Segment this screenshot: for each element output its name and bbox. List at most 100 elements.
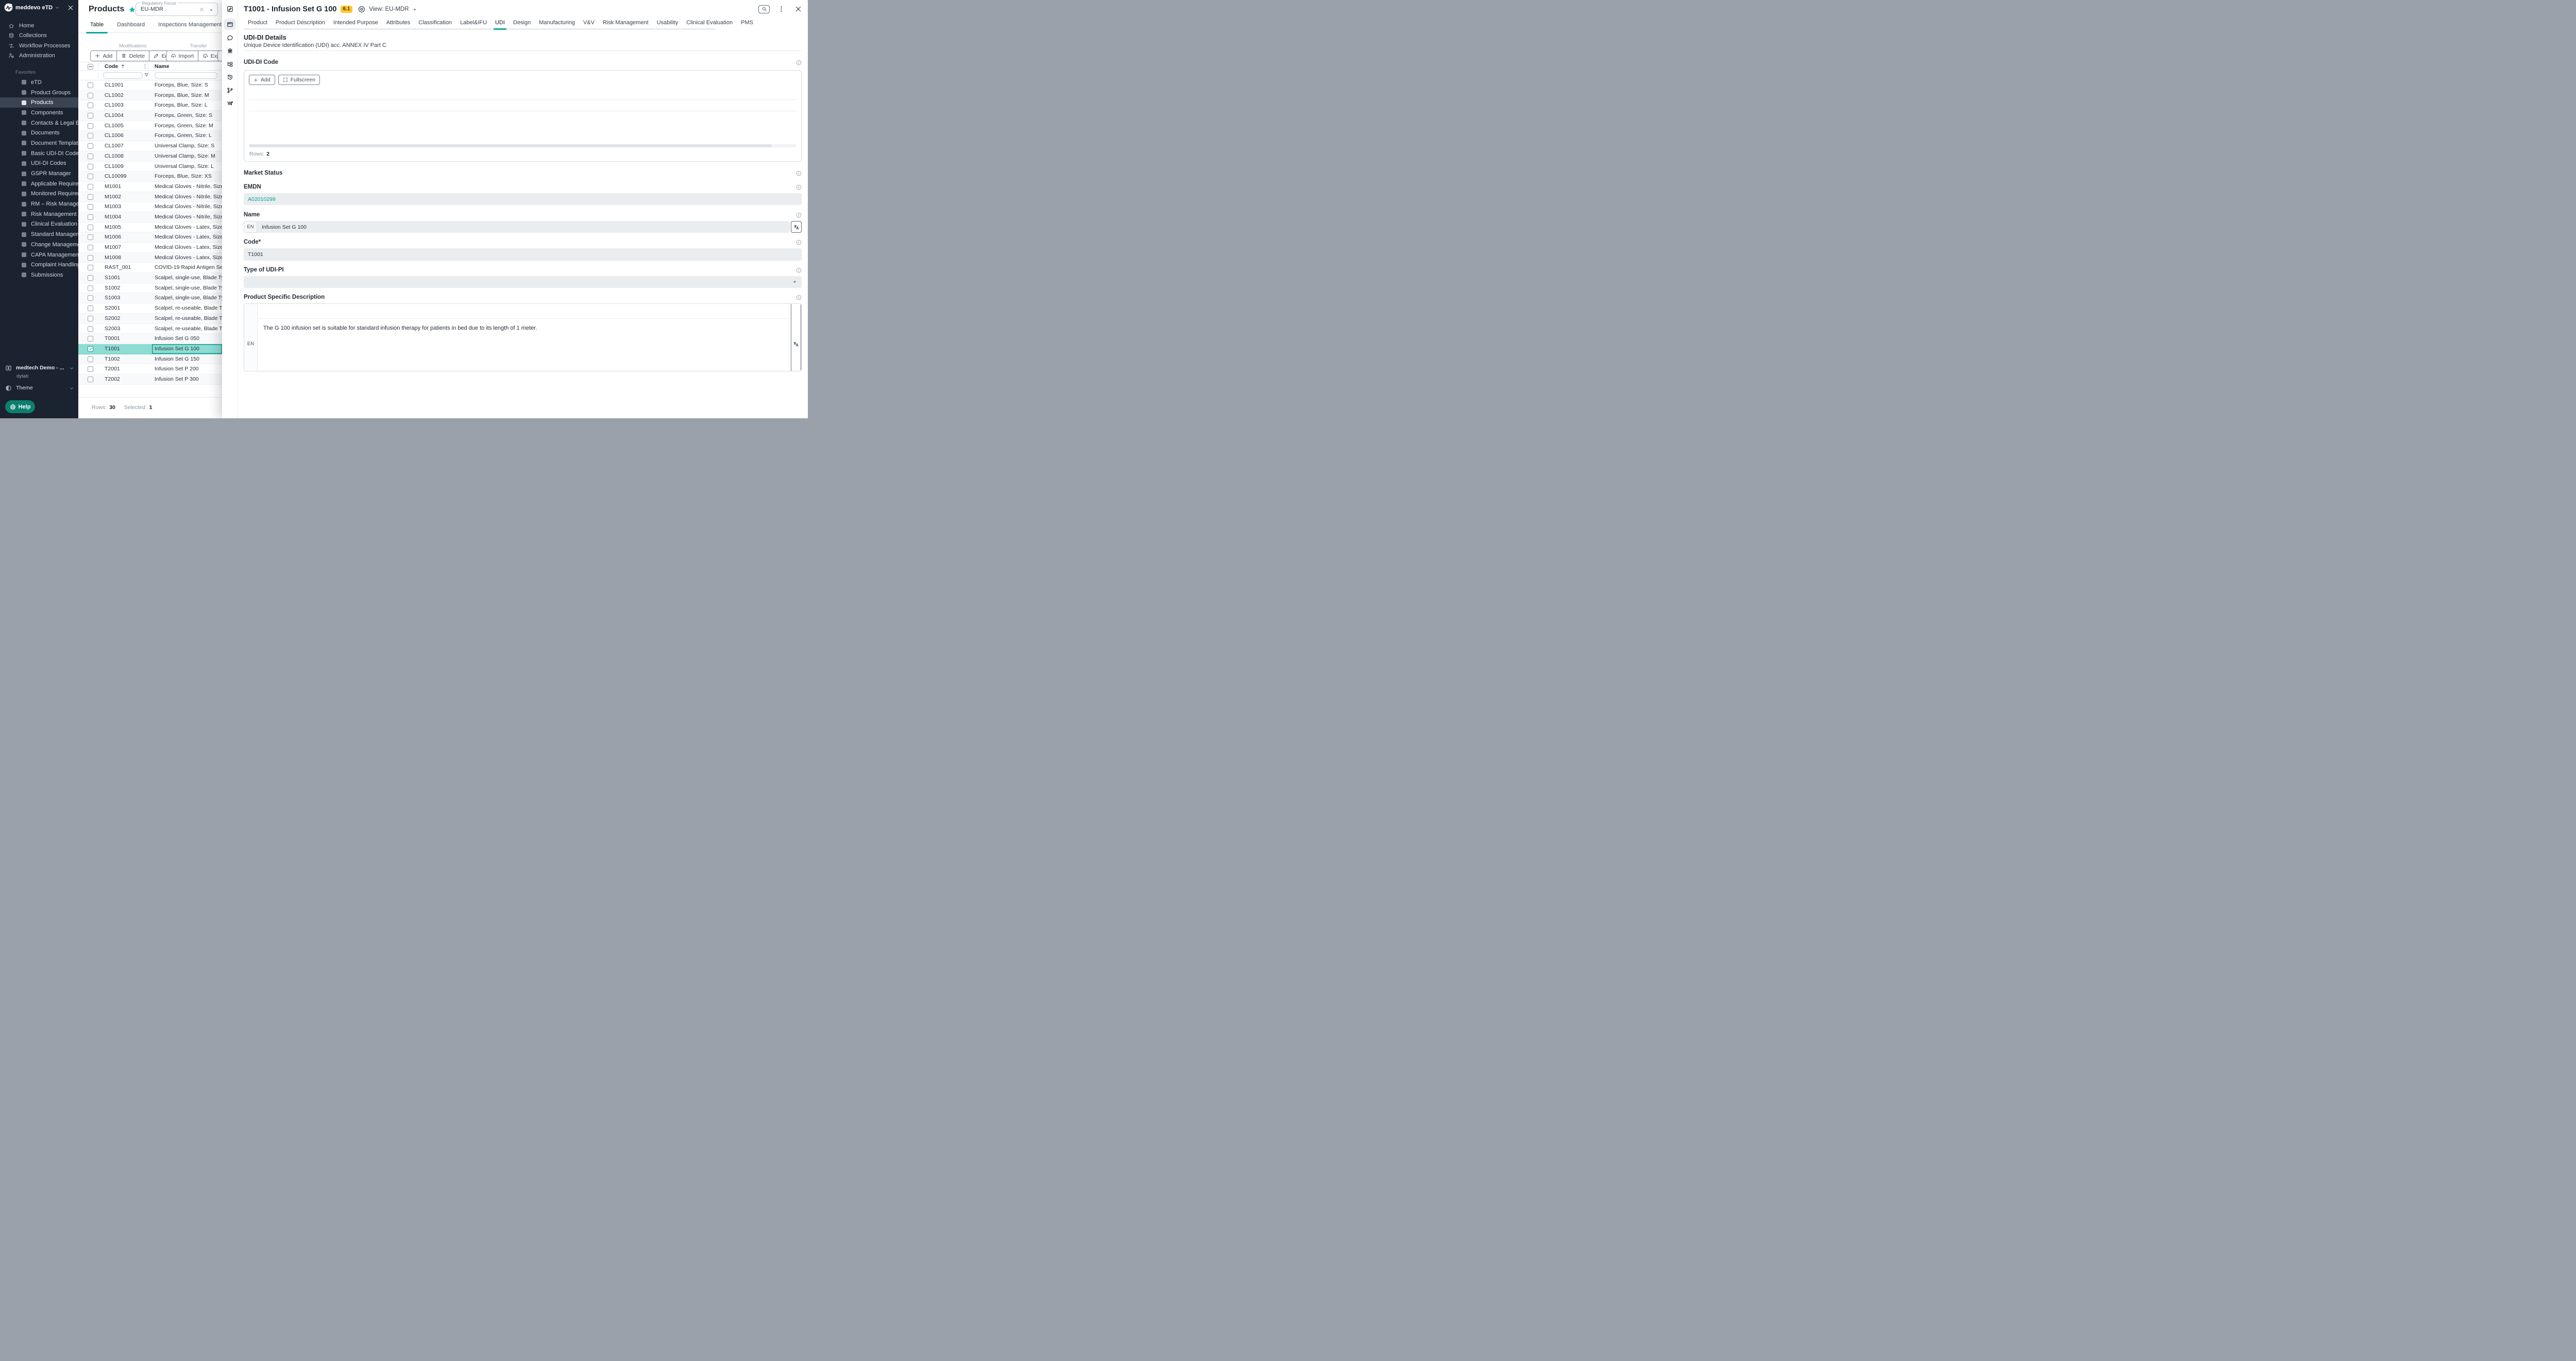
chat-icon[interactable] xyxy=(224,33,236,43)
row-checkbox[interactable] xyxy=(88,103,93,108)
sidebar-item-complaint-handling[interactable]: Complaint Handling xyxy=(0,260,78,270)
row-checkbox[interactable] xyxy=(88,123,93,129)
regulatory-focus-select[interactable]: Regulatory Focus EU-MDR xyxy=(135,3,218,16)
table-row-m1004[interactable]: M1004Medical Gloves - Nitrile, Size: XL xyxy=(78,212,222,223)
table-row-rast-001[interactable]: RAST_001COVID-19 Rapid Antigen Self-Test xyxy=(78,263,222,273)
tab-usability[interactable]: Usability xyxy=(653,15,683,30)
branch-icon[interactable] xyxy=(224,86,236,95)
tab-design[interactable]: Design xyxy=(509,15,535,30)
table-row-t1001[interactable]: T1001Infusion Set G 100 xyxy=(78,344,222,354)
view-selector[interactable]: View: EU-MDR xyxy=(369,6,409,12)
row-checkbox[interactable] xyxy=(88,82,93,88)
table-row-s1003[interactable]: S1003Scalpel, single-use, Blade Type: C xyxy=(78,293,222,303)
code-field[interactable]: T1001 xyxy=(244,248,802,261)
theme-switcher[interactable]: Theme xyxy=(5,383,74,393)
sidebar-item-applicable-requirements[interactable]: Applicable Requirements xyxy=(0,179,78,189)
detail-menu-icon[interactable] xyxy=(778,6,785,12)
row-checkbox[interactable] xyxy=(88,305,93,311)
name-info-icon[interactable] xyxy=(796,212,802,218)
row-checkbox[interactable] xyxy=(88,93,93,98)
table-row-s1001[interactable]: S1001Scalpel, single-use, Blade Type: A xyxy=(78,273,222,283)
table-row-cl1006[interactable]: CL1006Forceps, Green, Size: L xyxy=(78,131,222,141)
row-checkbox[interactable] xyxy=(88,285,93,291)
table-row-t2001[interactable]: T2001Infusion Set P 200 xyxy=(78,364,222,375)
sidebar-item-udi-di-codes[interactable]: UDI-DI Codes xyxy=(0,159,78,169)
row-checkbox[interactable] xyxy=(88,295,93,301)
table-row-cl1001[interactable]: CL1001Forceps, Blue, Size: S xyxy=(78,80,222,91)
editor-translate-button[interactable] xyxy=(791,304,801,371)
sidebar-nav-collections[interactable]: Collections xyxy=(0,31,78,41)
tab-risk-management[interactable]: Risk Management xyxy=(599,15,653,30)
view-caret-down-icon[interactable] xyxy=(413,8,417,12)
card-icon[interactable] xyxy=(224,19,236,30)
table-row-m1001[interactable]: M1001Medical Gloves - Nitrile, Size: S xyxy=(78,182,222,192)
emdn-link[interactable]: A02010299 xyxy=(248,196,276,202)
sidebar-item-products[interactable]: Products xyxy=(0,97,78,108)
help-button[interactable]: Help xyxy=(5,400,35,413)
row-checkbox[interactable] xyxy=(88,316,93,321)
regulatory-focus-clear-icon[interactable] xyxy=(199,7,204,12)
sidebar-item-document-template-m[interactable]: Document Template M... xyxy=(0,138,78,148)
row-checkbox[interactable] xyxy=(88,255,93,261)
emdn-field[interactable]: A02010299 xyxy=(244,193,802,205)
udi-pi-info-icon[interactable] xyxy=(796,267,802,273)
route-icon[interactable] xyxy=(224,98,236,108)
row-checkbox[interactable] xyxy=(88,326,93,332)
table-row-m1007[interactable]: M1007Medical Gloves - Latex, Size: L xyxy=(78,243,222,253)
sidebar-item-submissions[interactable]: Submissions xyxy=(0,270,78,280)
code-filter-input[interactable] xyxy=(103,72,143,79)
row-checkbox[interactable] xyxy=(88,225,93,230)
table-row-t1002[interactable]: T1002Infusion Set G 150 xyxy=(78,354,222,365)
description-info-icon[interactable] xyxy=(796,295,802,300)
sidebar-nav-administration[interactable]: Administration xyxy=(0,51,78,61)
sidebar-item-product-groups[interactable]: Product Groups xyxy=(0,88,78,98)
udi-fullscreen-button[interactable]: Fullscreen xyxy=(278,75,320,85)
row-checkbox[interactable] xyxy=(88,184,93,190)
column-header-name[interactable]: Name xyxy=(155,63,170,70)
code-column-menu-icon[interactable] xyxy=(142,63,148,69)
table-row-m1008[interactable]: M1008Medical Gloves - Latex, Size: XL xyxy=(78,253,222,263)
name-translate-button[interactable] xyxy=(791,221,802,233)
history-icon[interactable] xyxy=(224,72,236,82)
table-row-m1006[interactable]: M1006Medical Gloves - Latex, Size: M xyxy=(78,232,222,243)
table-row-t0001[interactable]: T0001Infusion Set G 050 xyxy=(78,334,222,344)
sort-ascending-icon[interactable] xyxy=(121,64,125,69)
sidebar-item-change-management[interactable]: Change Management xyxy=(0,240,78,250)
tab-pms[interactable]: PMS xyxy=(737,15,757,30)
sidebar-close-icon[interactable] xyxy=(67,5,74,11)
delete-button[interactable]: Delete xyxy=(116,51,149,61)
account-switcher[interactable]: medtech Demo - ... xyxy=(5,362,74,373)
row-checkbox-checked[interactable] xyxy=(88,346,93,352)
tab-classification[interactable]: Classification xyxy=(414,15,456,30)
tab-intended-purpose[interactable]: Intended Purpose xyxy=(329,15,382,30)
udi-code-info-icon[interactable] xyxy=(796,60,802,65)
row-checkbox[interactable] xyxy=(88,164,93,169)
tab-dashboard[interactable]: Dashboard xyxy=(115,22,146,33)
row-checkbox[interactable] xyxy=(88,214,93,220)
code-info-icon[interactable] xyxy=(796,240,802,245)
pencil-square-icon[interactable] xyxy=(224,4,236,14)
table-row-cl1004[interactable]: CL1004Forceps, Green, Size: S xyxy=(78,111,222,121)
brand-chevron-down-icon[interactable] xyxy=(55,6,59,10)
table-row-cl1005[interactable]: CL1005Forceps, Green, Size: M xyxy=(78,121,222,131)
market-status-info-icon[interactable] xyxy=(796,171,802,176)
table-row-cl1009[interactable]: CL1009Universal Clamp, Size: L xyxy=(78,162,222,172)
udi-table-hscrollbar[interactable] xyxy=(249,144,796,147)
row-checkbox[interactable] xyxy=(88,194,93,200)
regulatory-focus-chevron-down-icon[interactable] xyxy=(209,8,213,12)
row-checkbox[interactable] xyxy=(88,174,93,179)
spy-icon[interactable] xyxy=(224,46,236,56)
table-row-s2001[interactable]: S2001Scalpel, re-useable, Blade Type: A xyxy=(78,303,222,314)
editor-content[interactable]: The G 100 infusion set is suitable for s… xyxy=(258,319,791,337)
column-header-code[interactable]: Code xyxy=(105,63,118,70)
favorite-star-icon[interactable] xyxy=(129,6,135,13)
sidebar-item-rm-risk-management[interactable]: RM – Risk Management xyxy=(0,199,78,209)
brand-title[interactable]: meddevo eTD xyxy=(15,5,53,11)
add-button[interactable]: Add xyxy=(91,51,116,61)
row-checkbox[interactable] xyxy=(88,204,93,210)
row-checkbox[interactable] xyxy=(88,356,93,362)
row-checkbox[interactable] xyxy=(88,133,93,139)
sidebar-item-components[interactable]: Components xyxy=(0,108,78,118)
table-row-cl1002[interactable]: CL1002Forceps, Blue, Size: M xyxy=(78,91,222,101)
tab-v-v[interactable]: V&V xyxy=(579,15,599,30)
